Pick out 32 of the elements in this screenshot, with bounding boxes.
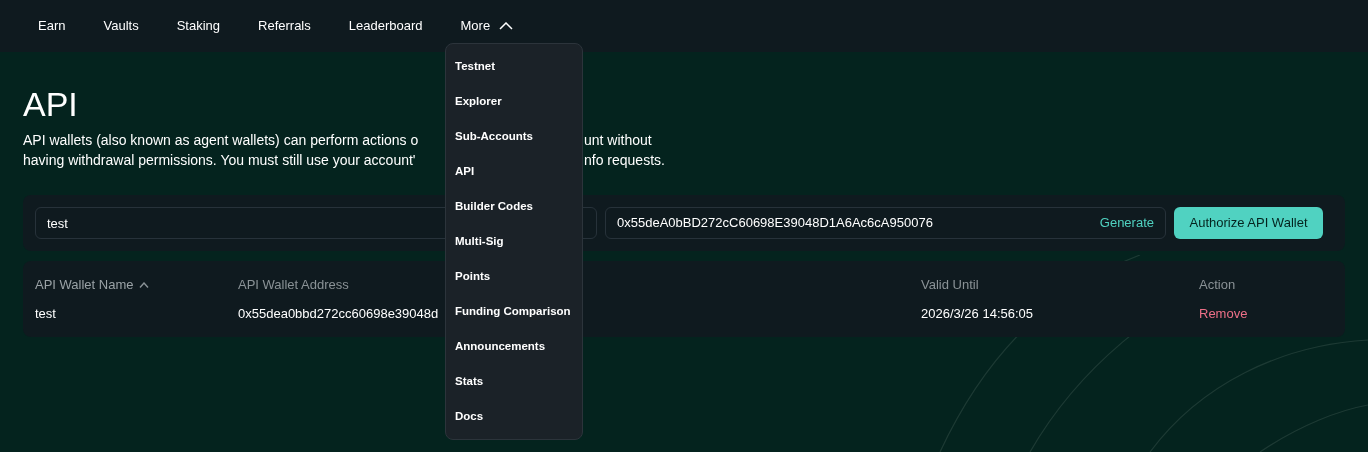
menu-item[interactable]: Sub-Accounts: [446, 119, 582, 154]
nav-link[interactable]: Referrals: [258, 16, 311, 36]
column-header[interactable]: API Wallet Address: [238, 275, 349, 295]
generate-button[interactable]: Generate: [1099, 213, 1154, 233]
more-menu-button[interactable]: More: [460, 16, 514, 36]
remove-link[interactable]: Remove: [1199, 305, 1248, 321]
description-text: having withdrawal permissions. You must still use your account': [23, 151, 417, 170]
menu-item[interactable]: Stats: [446, 364, 582, 399]
column-header[interactable]: Action: [1199, 275, 1236, 295]
menu-item[interactable]: API: [446, 154, 582, 189]
menu-item[interactable]: Funding Comparison: [446, 294, 582, 329]
nav-link[interactable]: Leaderboard: [348, 16, 423, 36]
column-header[interactable]: API Wallet Name: [35, 275, 134, 295]
authorize-button[interactable]: Authorize API Wallet: [1174, 207, 1323, 239]
nav-link[interactable]: Staking: [176, 16, 220, 36]
nav-link[interactable]: Earn: [38, 16, 66, 36]
description-text: nfo requests.: [584, 151, 665, 170]
table-cell: test: [35, 305, 56, 321]
nav-link[interactable]: Vaults: [103, 16, 139, 36]
table-cell: 2026/3/26 14:56:05: [921, 305, 1034, 321]
description-text: API wallets (also known as agent wallets) can perform actions o: [23, 131, 420, 150]
menu-item[interactable]: Docs: [446, 399, 582, 434]
menu-item[interactable]: Explorer: [446, 84, 582, 119]
table-cell: 0x55dea0bbd272cc60698e39048d: [238, 305, 439, 321]
address-input-field[interactable]: 0x55deA0bBD272cC60698E39048D1A6Ac6cA950076 Generate: [605, 207, 1166, 239]
menu-item[interactable]: Testnet: [446, 49, 582, 84]
menu-item[interactable]: Announcements: [446, 329, 582, 364]
description-text: unt without: [584, 131, 652, 150]
page-title: API: [23, 84, 78, 124]
chevron-icon: [499, 22, 514, 30]
column-header[interactable]: Valid Until: [921, 275, 979, 295]
menu-item[interactable]: Points: [446, 259, 582, 294]
